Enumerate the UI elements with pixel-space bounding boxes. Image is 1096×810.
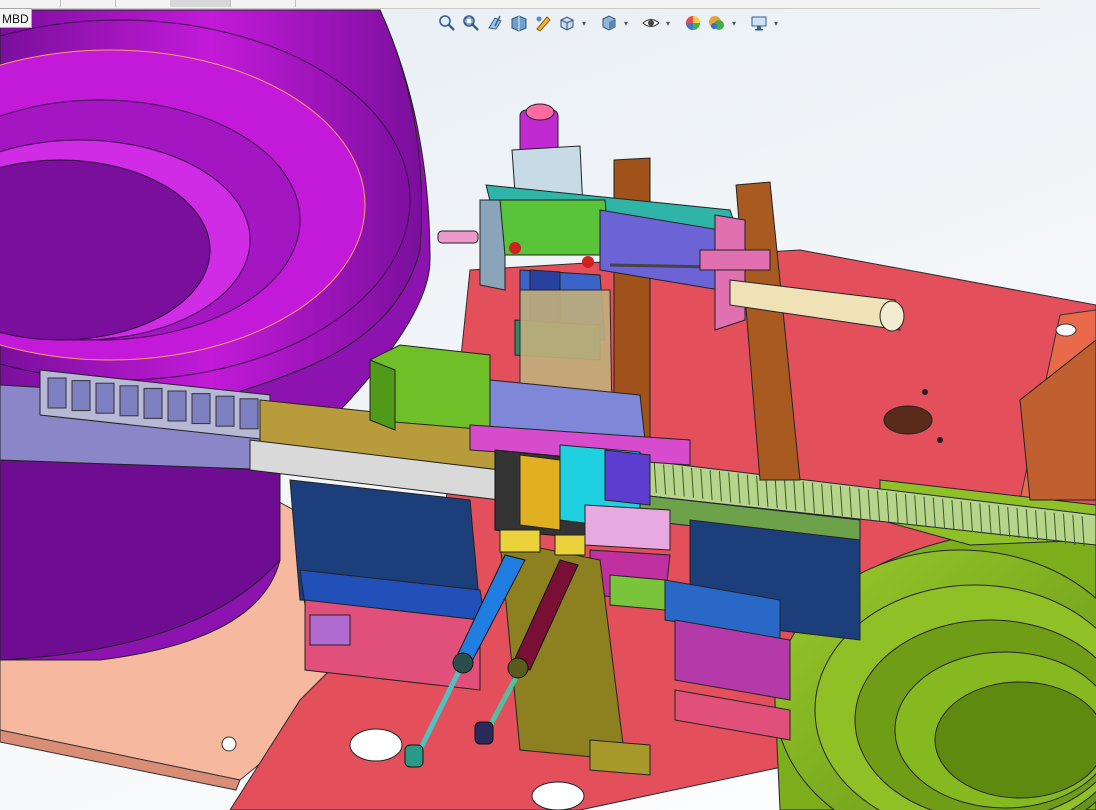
- edit-appearance-icon[interactable]: [682, 12, 704, 34]
- tab-segment[interactable]: [230, 0, 296, 7]
- tab-mbd-label: MBD: [2, 12, 29, 26]
- display-style-icon[interactable]: [598, 12, 620, 34]
- chevron-down-icon[interactable]: ▾: [622, 12, 630, 34]
- view-settings-icon[interactable]: [748, 12, 770, 34]
- dynamic-annotation-icon[interactable]: [532, 12, 554, 34]
- chevron-down-icon[interactable]: ▾: [664, 12, 672, 34]
- command-manager-strip: [0, 0, 1040, 9]
- zoom-to-fit-icon[interactable]: [436, 12, 458, 34]
- chevron-down-icon[interactable]: ▾: [772, 12, 780, 34]
- chevron-down-icon[interactable]: ▾: [580, 12, 588, 34]
- graphics-area[interactable]: [0, 0, 1096, 810]
- previous-view-icon[interactable]: [484, 12, 506, 34]
- tab-segment[interactable]: [60, 0, 116, 7]
- tab-segment-active[interactable]: [170, 0, 231, 7]
- zoom-to-area-icon[interactable]: [460, 12, 482, 34]
- chevron-down-icon[interactable]: ▾: [730, 12, 738, 34]
- heads-up-view-toolbar: ▾ ▾ ▾ ▾ ▾: [436, 11, 780, 35]
- apply-scene-icon[interactable]: [706, 12, 728, 34]
- hide-show-items-icon[interactable]: [640, 12, 662, 34]
- motor: [369, 344, 491, 431]
- tab-segment[interactable]: [0, 0, 61, 7]
- tab-mbd[interactable]: MBD: [0, 8, 32, 28]
- section-view-icon[interactable]: [508, 12, 530, 34]
- view-orientation-icon[interactable]: [556, 12, 578, 34]
